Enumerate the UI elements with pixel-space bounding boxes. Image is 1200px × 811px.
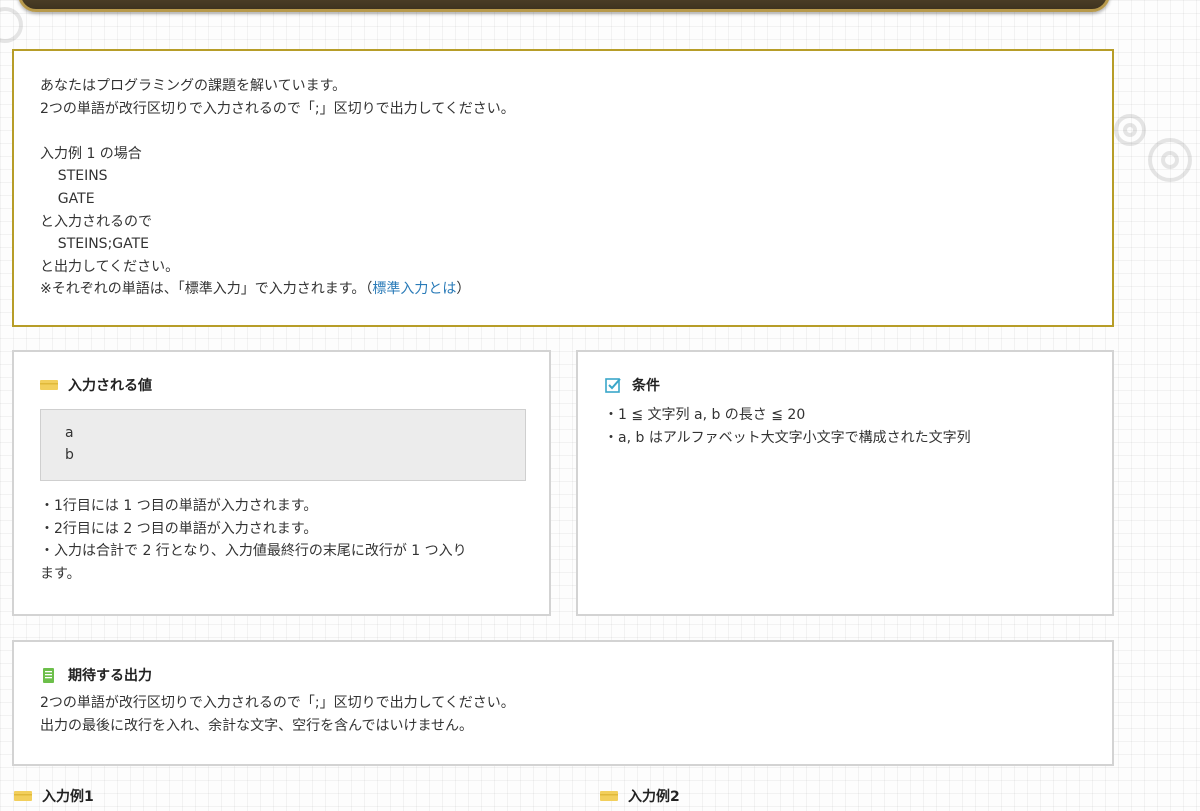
input-values-card: 入力される値 a b ・1行目には 1 つ目の単語が入力されます。 ・2行目には… bbox=[12, 350, 551, 616]
expected-output-card: 期待する出力 2つの単語が改行区切りで入力されるので「;」区切りで出力してくださ… bbox=[12, 640, 1114, 766]
problem-statement: あなたはプログラミングの課題を解いています。 2つの単語が改行区切りで入力される… bbox=[12, 49, 1114, 327]
example1-heading: 入力例1 bbox=[14, 786, 94, 806]
expected-output-title-text: 期待する出力 bbox=[68, 668, 152, 684]
input-format-code-block: a b bbox=[40, 409, 526, 481]
checkbox-icon bbox=[604, 376, 622, 394]
conditions-title-text: 条件 bbox=[632, 378, 660, 394]
problem-line: GATE bbox=[40, 190, 95, 207]
conditions-title: 条件 bbox=[604, 374, 1086, 396]
problem-note-close: ） bbox=[456, 281, 471, 298]
yellow-tag-icon bbox=[40, 376, 58, 394]
code-line: a bbox=[65, 425, 74, 441]
problem-line: と入力されるので bbox=[40, 213, 152, 230]
input-values-title-text: 入力される値 bbox=[68, 378, 152, 394]
condition-item: ・a, b はアルファベット大文字小文字で構成された文字列 bbox=[604, 429, 971, 446]
document-icon bbox=[40, 666, 58, 684]
standard-input-link[interactable]: 標準入力とは bbox=[372, 281, 456, 297]
input-note: ・2行目には 2 つ目の単語が入力されます。 bbox=[40, 520, 318, 537]
yellow-tag-icon bbox=[14, 787, 32, 805]
problem-line: と出力してください。 bbox=[40, 258, 180, 275]
problem-line bbox=[40, 120, 1086, 143]
problem-note-line: ※それぞれの単語は、「標準入力」で入力されます。（標準入力とは） bbox=[40, 278, 1086, 301]
problem-line: あなたはプログラミングの課題を解いています。 bbox=[40, 78, 347, 94]
input-note: ます。 bbox=[40, 565, 81, 582]
problem-line: STEINS;GATE bbox=[40, 236, 150, 253]
problem-line: 入力例 1 の場合 bbox=[40, 145, 142, 162]
yellow-tag-icon bbox=[600, 787, 618, 805]
example2-title: 入力例2 bbox=[628, 789, 680, 805]
expected-output-body: 2つの単語が改行区切りで入力されるので「;」区切りで出力してください。 出力の最… bbox=[40, 692, 1086, 737]
problem-line: STEINS bbox=[40, 168, 108, 185]
problem-note-text: ※それぞれの単語は、「標準入力」で入力されます。（ bbox=[40, 281, 373, 298]
code-line: b bbox=[65, 447, 74, 463]
conditions-list: ・1 ≦ 文字列 a, b の長さ ≦ 20 ・a, b はアルファベット大文字… bbox=[604, 404, 1086, 449]
input-notes: ・1行目には 1 つ目の単語が入力されます。 ・2行目には 2 つ目の単語が入力… bbox=[40, 495, 523, 585]
example2-heading: 入力例2 bbox=[600, 786, 680, 806]
conditions-card: 条件 ・1 ≦ 文字列 a, b の長さ ≦ 20 ・a, b はアルファベット… bbox=[576, 350, 1114, 616]
example1-title: 入力例1 bbox=[42, 789, 94, 805]
condition-item: ・1 ≦ 文字列 a, b の長さ ≦ 20 bbox=[604, 407, 806, 423]
expected-output-line: 2つの単語が改行区切りで入力されるので「;」区切りで出力してください。 bbox=[40, 695, 515, 711]
input-note: ・1行目には 1 つ目の単語が入力されます。 bbox=[40, 498, 318, 514]
gear-decoration-icon bbox=[1114, 114, 1192, 182]
expected-output-title: 期待する出力 bbox=[40, 664, 1086, 686]
header-banner bbox=[18, 0, 1110, 12]
input-values-title: 入力される値 bbox=[40, 374, 523, 396]
input-note: ・入力は合計で 2 行となり、入力値最終行の末尾に改行が 1 つ入り bbox=[40, 543, 467, 560]
expected-output-line: 出力の最後に改行を入れ、余計な文字、空行を含んではいけません。 bbox=[40, 717, 474, 734]
problem-line: 2つの単語が改行区切りで入力されるので「;」区切りで出力してください。 bbox=[40, 100, 515, 117]
